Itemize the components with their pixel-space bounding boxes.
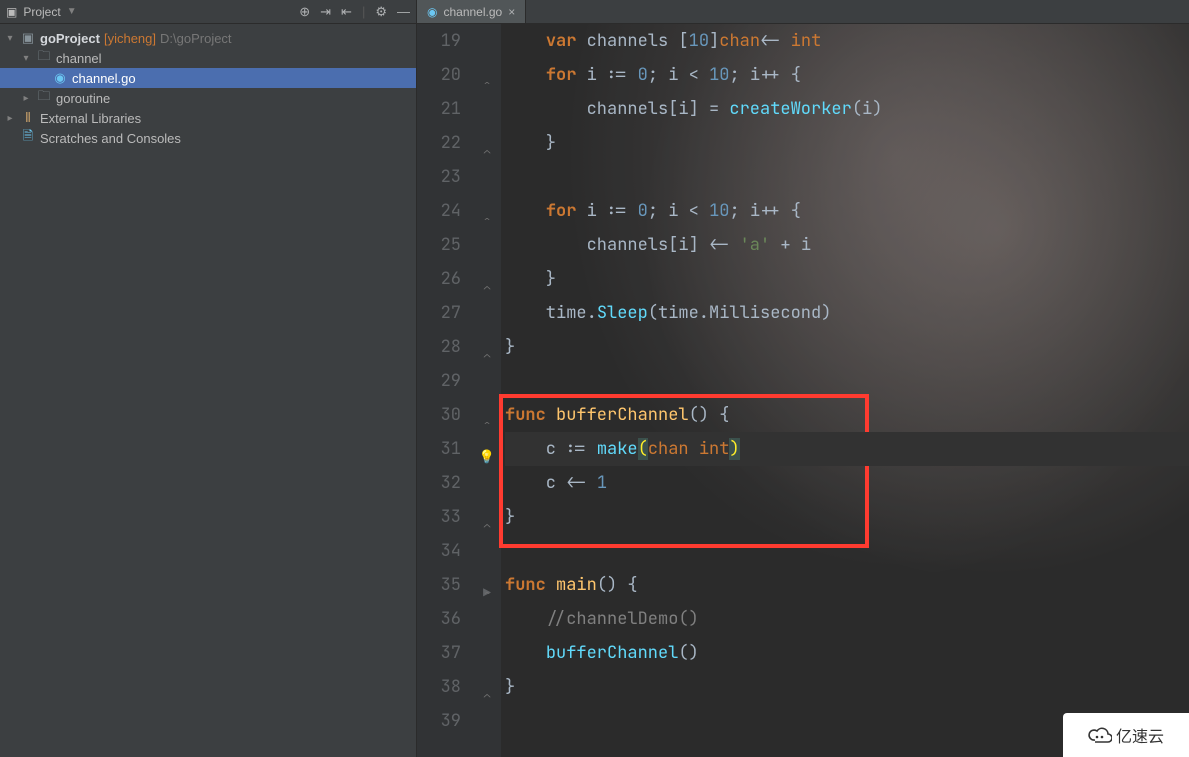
code-line[interactable] — [505, 364, 1189, 398]
tree-label: channel.go — [72, 71, 136, 86]
sidebar-title[interactable]: Project — [23, 5, 60, 19]
fold-icon[interactable]: ⌄ — [473, 680, 501, 714]
fold-icon[interactable]: ⌄ — [473, 340, 501, 374]
code-line[interactable]: } — [505, 262, 1189, 296]
code-line[interactable] — [505, 534, 1189, 568]
code-line[interactable]: } — [505, 330, 1189, 364]
code-line[interactable] — [505, 160, 1189, 194]
hide-icon[interactable]: — — [397, 4, 410, 20]
intention-bulb-icon[interactable]: 💡 — [473, 440, 501, 474]
fold-icon[interactable]: ⌄ — [473, 510, 501, 544]
code-line[interactable]: time.Sleep(time.Millisecond) — [505, 296, 1189, 330]
dropdown-icon[interactable]: ▼ — [67, 6, 77, 17]
tree-scratches[interactable]: 🗎 Scratches and Consoles — [0, 128, 416, 148]
code-column[interactable]: var channels [10]chan<- int for i := 0; … — [501, 24, 1189, 757]
tree-file-channel-go[interactable]: ◉ channel.go — [0, 68, 416, 88]
folder-icon: 🗀 — [36, 87, 52, 109]
project-tool-icon: ▣ — [6, 5, 17, 19]
code-line[interactable]: func bufferChannel() { — [505, 398, 1189, 432]
target-icon[interactable]: ⊕ — [299, 4, 310, 20]
folder-icon: ▣ — [20, 30, 36, 46]
code-editor[interactable]: 1920212223242526272829303132333435363738… — [417, 24, 1189, 757]
tree-label: goroutine — [56, 91, 110, 106]
project-sidebar: ▣ Project ▼ ⊕ ⇥ ⇤ | ⚙ — ▾ ▣ goProject [y… — [0, 0, 417, 757]
go-file-icon: ◉ — [427, 5, 437, 19]
path-label: D:\goProject — [160, 31, 232, 46]
code-line[interactable]: var channels [10]chan<- int — [505, 24, 1189, 58]
tree-folder-channel[interactable]: ▾ 🗀 channel — [0, 48, 416, 68]
go-file-icon: ◉ — [52, 70, 68, 86]
code-line[interactable]: } — [505, 126, 1189, 160]
branch-label: [yicheng] — [104, 31, 156, 46]
fold-icon[interactable]: ⌃ — [473, 68, 501, 102]
code-line[interactable]: for i := 0; i < 10; i++ { — [505, 58, 1189, 92]
code-line[interactable]: channels[i] = createWorker(i) — [505, 92, 1189, 126]
code-line[interactable]: c := make(chan int) — [505, 432, 1189, 466]
library-icon: ⫴ — [20, 110, 36, 126]
code-line[interactable]: for i := 0; i < 10; i++ { — [505, 194, 1189, 228]
fold-icon[interactable]: ⌃ — [473, 408, 501, 442]
collapse-icon[interactable]: ⇤ — [341, 4, 352, 20]
scratches-icon: 🗎 — [20, 127, 36, 149]
close-icon[interactable]: × — [508, 5, 515, 19]
editor-area: ◉ channel.go × 1920212223242526272829303… — [417, 0, 1189, 757]
code-line[interactable] — [505, 704, 1189, 738]
sidebar-header: ▣ Project ▼ ⊕ ⇥ ⇤ | ⚙ — — [0, 0, 416, 24]
code-line[interactable]: channels[i] <- 'a' + i — [505, 228, 1189, 262]
tree-label: Scratches and Consoles — [40, 131, 181, 146]
fold-icon[interactable]: ⌃ — [473, 578, 501, 612]
code-line[interactable]: c <- 1 — [505, 466, 1189, 500]
tree-folder-goroutine[interactable]: ▸ 🗀 goroutine — [0, 88, 416, 108]
tree-root[interactable]: ▾ ▣ goProject [yicheng] D:\goProject — [0, 28, 416, 48]
tree-label: channel — [56, 51, 102, 66]
project-tree[interactable]: ▾ ▣ goProject [yicheng] D:\goProject ▾ 🗀… — [0, 24, 416, 757]
line-number-gutter: 1920212223242526272829303132333435363738… — [417, 24, 473, 757]
tree-label: External Libraries — [40, 111, 141, 126]
gutter-marks[interactable]: ⌃⌄⌃⌄⌄⌃💡⌄▶⌃⌄ — [473, 24, 501, 757]
expand-icon[interactable]: ⇥ — [320, 4, 331, 20]
fold-icon[interactable]: ⌃ — [473, 204, 501, 238]
folder-icon: 🗀 — [36, 47, 52, 69]
gear-icon[interactable]: ⚙ — [375, 4, 387, 20]
fold-icon[interactable]: ⌄ — [473, 136, 501, 170]
code-line[interactable]: //channelDemo() — [505, 602, 1189, 636]
tree-label: goProject — [40, 31, 100, 46]
code-line[interactable]: bufferChannel() — [505, 636, 1189, 670]
code-line[interactable]: func main() { — [505, 568, 1189, 602]
fold-icon[interactable]: ⌄ — [473, 272, 501, 306]
tab-channel-go[interactable]: ◉ channel.go × — [417, 0, 526, 23]
code-line[interactable]: } — [505, 670, 1189, 704]
editor-tabs: ◉ channel.go × — [417, 0, 1189, 24]
code-line[interactable]: } — [505, 500, 1189, 534]
tree-external-libs[interactable]: ▸ ⫴ External Libraries — [0, 108, 416, 128]
tab-label: channel.go — [443, 5, 502, 19]
